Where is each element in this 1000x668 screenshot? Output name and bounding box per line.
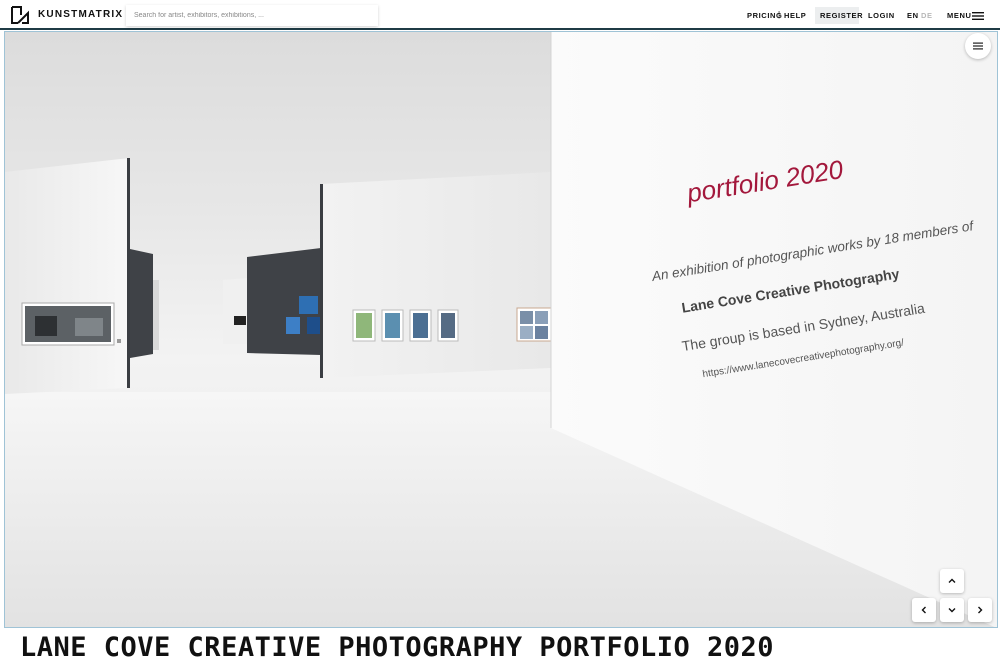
artwork-label-left	[117, 339, 121, 343]
artwork-image-5a	[520, 311, 533, 324]
side-menu-button[interactable]	[965, 33, 991, 59]
hamburger-icon	[973, 42, 983, 50]
top-bar: KUNSTMATRIX PRICING | HELP REGISTER LOGI…	[0, 0, 1000, 30]
artwork-image-3	[413, 313, 428, 338]
move-back-button[interactable]	[940, 598, 964, 622]
hamburger-menu-icon[interactable]	[972, 12, 984, 20]
menu-label[interactable]: MENU	[947, 11, 971, 20]
search-input[interactable]	[126, 5, 378, 26]
middle-wall-edge	[320, 184, 323, 378]
lang-en-link[interactable]: EN	[907, 11, 919, 20]
left-wall-edge	[127, 158, 130, 388]
artwork-image-left-detail	[35, 316, 57, 336]
artwork-image-left-detail-2	[75, 318, 103, 336]
turn-left-button[interactable]	[912, 598, 936, 622]
left-wall	[5, 158, 129, 394]
chevron-down-icon	[948, 608, 956, 613]
middle-wall	[321, 172, 551, 378]
artwork-image-5b	[535, 311, 548, 324]
artwork-group-middle	[352, 307, 552, 342]
gallery-scene: portfolio 2020 An exhibition of photogra…	[5, 32, 997, 627]
artwork-blue-3[interactable]	[307, 317, 320, 334]
chevron-left-icon	[921, 606, 926, 614]
artwork-blue-2[interactable]	[286, 317, 300, 334]
back-wall-gap	[153, 280, 159, 350]
back-dark-wall-left	[130, 249, 153, 358]
gallery-3d-viewport[interactable]: portfolio 2020 An exhibition of photogra…	[4, 31, 998, 628]
register-label: REGISTER	[820, 11, 864, 20]
lang-de-link[interactable]: DE	[921, 11, 933, 20]
help-link[interactable]: HELP	[784, 11, 806, 20]
move-forward-button[interactable]	[940, 569, 964, 593]
far-artwork[interactable]	[234, 316, 246, 325]
artwork-image-5d	[535, 326, 548, 339]
artwork-blue-1[interactable]	[299, 296, 318, 314]
artwork-image-2	[385, 313, 400, 338]
turn-right-button[interactable]	[968, 598, 992, 622]
kunstmatrix-logo-icon[interactable]	[10, 5, 30, 25]
far-wall	[223, 278, 249, 344]
login-link[interactable]: LOGIN	[868, 11, 895, 20]
nav-separator: |	[778, 10, 781, 19]
artwork-image-5c	[520, 326, 533, 339]
chevron-up-icon	[948, 578, 956, 583]
artwork-image-4	[441, 313, 455, 338]
register-button[interactable]: REGISTER	[815, 7, 863, 24]
page-title: LANE COVE CREATIVE PHOTOGRAPHY PORTFOLIO…	[20, 632, 774, 663]
brand-name[interactable]: KUNSTMATRIX	[38, 9, 123, 20]
artwork-image-1	[356, 313, 372, 338]
chevron-right-icon	[978, 606, 983, 614]
